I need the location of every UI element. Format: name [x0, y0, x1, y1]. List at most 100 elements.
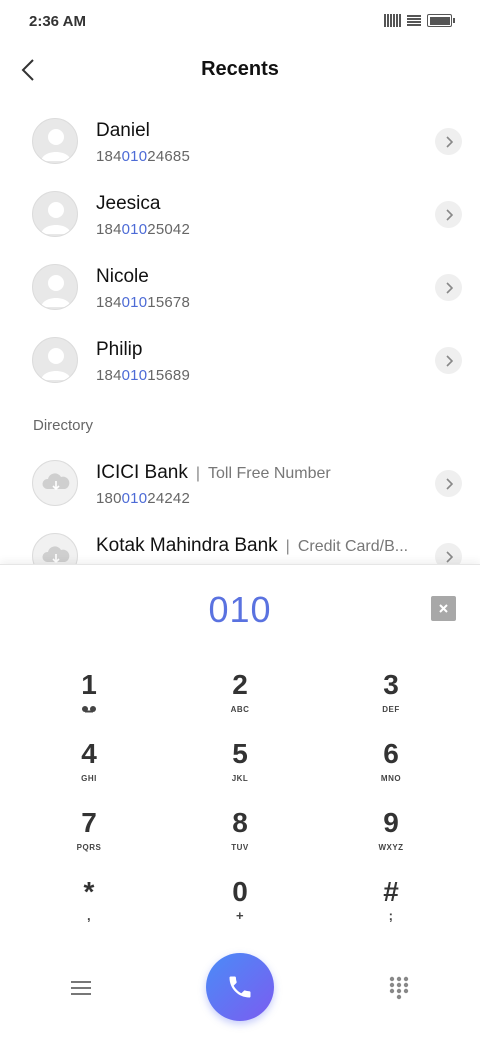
key-letters: , [86, 908, 92, 923]
contact-number: 18401015689 [96, 367, 190, 384]
chevron-right-icon [445, 281, 453, 294]
key-hash[interactable]: # ; [336, 876, 446, 936]
key-letters: GHI [81, 774, 97, 783]
key-9[interactable]: 9 WXYZ [336, 807, 446, 867]
key-letters: PQRS [76, 843, 102, 852]
dialer-bottom-bar [0, 953, 480, 1023]
key-digit: 4 [81, 738, 97, 769]
contact-details-button[interactable] [435, 274, 462, 301]
contact-number: 18401015678 [96, 294, 190, 311]
number-prefix: 184 [96, 148, 122, 165]
key-digit: 9 [383, 807, 399, 838]
keypad-toggle-button[interactable] [384, 973, 414, 1003]
cloud-icon [42, 546, 70, 564]
recent-contact-row[interactable]: Nicole 18401015678 [0, 255, 480, 328]
key-letters: ; [388, 908, 394, 923]
key-digit: 8 [232, 807, 248, 838]
cloud-icon [42, 473, 70, 491]
person-icon [41, 129, 71, 161]
contact-name: Philip [96, 339, 143, 360]
key-8[interactable]: 8 TUV [185, 807, 295, 867]
recent-contact-row[interactable]: Daniel 18401024685 [0, 109, 480, 182]
contact-details-button[interactable] [435, 470, 462, 497]
avatar [32, 191, 78, 237]
key-digit: 7 [81, 807, 97, 838]
contact-name: Nicole [96, 266, 149, 287]
battery-icon [427, 14, 455, 27]
number-suffix: 24242 [147, 490, 190, 507]
contact-number: 18401025042 [96, 221, 190, 238]
number-match: 010 [121, 148, 148, 165]
key-star[interactable]: * , [34, 876, 144, 936]
key-letters: DEF [382, 705, 400, 714]
search-results-list[interactable]: Daniel 18401024685 Jeesica 18401025042 N… [0, 96, 480, 564]
chevron-right-icon [445, 354, 453, 367]
hamburger-menu-icon [71, 981, 91, 995]
number-match: 010 [121, 294, 148, 311]
contact-number: 18401024685 [96, 148, 190, 165]
recent-contact-row[interactable]: Jeesica 18401025042 [0, 182, 480, 255]
number-prefix: 180 [96, 490, 122, 507]
number-match: 010 [121, 490, 148, 507]
contact-name: Jeesica [96, 193, 161, 214]
key-letters: JKL [231, 774, 249, 783]
backspace-x-icon [439, 604, 448, 613]
contact-details-button[interactable] [435, 543, 462, 564]
key-5[interactable]: 5 JKL [185, 738, 295, 798]
number-match: 010 [121, 221, 148, 238]
key-digit: 3 [383, 669, 399, 700]
dialer-panel: 010 1 2 ABC 3 DEF 4 GHI 5 JKL 6 MNO 7 PQ… [0, 564, 480, 1040]
directory-subtitle: Credit Card/B... [297, 538, 409, 555]
voicemail-icon [34, 705, 144, 715]
contact-details-button[interactable] [435, 347, 462, 374]
avatar [32, 337, 78, 383]
chevron-right-icon [445, 135, 453, 148]
key-digit: 6 [383, 738, 399, 769]
directory-name: ICICI Bank [96, 462, 188, 483]
key-digit: 1 [81, 669, 97, 700]
key-digit: * [83, 876, 95, 907]
key-letters: + [235, 908, 245, 923]
person-icon [41, 202, 71, 234]
key-6[interactable]: 6 MNO [336, 738, 446, 798]
number-suffix: 24685 [147, 148, 190, 165]
call-button[interactable] [206, 953, 274, 1021]
signal-icon [384, 14, 401, 27]
key-letters: ABC [230, 705, 250, 714]
directory-section-label: Directory [33, 417, 94, 434]
chevron-right-icon [445, 477, 453, 490]
key-2[interactable]: 2 ABC [185, 669, 295, 729]
dialpad-icon [389, 976, 409, 1000]
chevron-right-icon [445, 550, 453, 563]
key-4[interactable]: 4 GHI [34, 738, 144, 798]
key-digit: 2 [232, 669, 248, 700]
number-prefix: 184 [96, 294, 122, 311]
directory-row[interactable]: Kotak Mahindra Bank|Credit Card/B... 180… [0, 524, 480, 564]
key-1[interactable]: 1 [34, 669, 144, 729]
directory-name-line: ICICI Bank | Toll Free Number [96, 462, 331, 483]
chevron-right-icon [445, 208, 453, 221]
status-icons [384, 14, 455, 27]
key-3[interactable]: 3 DEF [336, 669, 446, 729]
phone-icon [229, 976, 251, 998]
menu-button[interactable] [66, 975, 96, 1001]
contact-details-button[interactable] [435, 201, 462, 228]
person-icon [41, 348, 71, 380]
status-bar: 2:36 AM [0, 0, 480, 44]
key-letters: MNO [380, 774, 402, 783]
number-suffix: 15678 [147, 294, 190, 311]
contact-details-button[interactable] [435, 128, 462, 155]
person-icon [41, 275, 71, 307]
key-digit: 0 [232, 876, 248, 907]
recent-contact-row[interactable]: Philip 18401015689 [0, 328, 480, 401]
wifi-icon [407, 14, 421, 27]
directory-subtitle: Toll Free Number [208, 465, 331, 482]
dialed-number-display[interactable]: 010 [0, 589, 480, 631]
key-7[interactable]: 7 PQRS [34, 807, 144, 867]
directory-row[interactable]: ICICI Bank | Toll Free Number 18001024242 [0, 451, 480, 524]
delete-button[interactable] [431, 596, 456, 621]
key-0[interactable]: 0 + [185, 876, 295, 936]
number-suffix: 25042 [147, 221, 190, 238]
avatar [32, 264, 78, 310]
number-match: 010 [121, 367, 148, 384]
